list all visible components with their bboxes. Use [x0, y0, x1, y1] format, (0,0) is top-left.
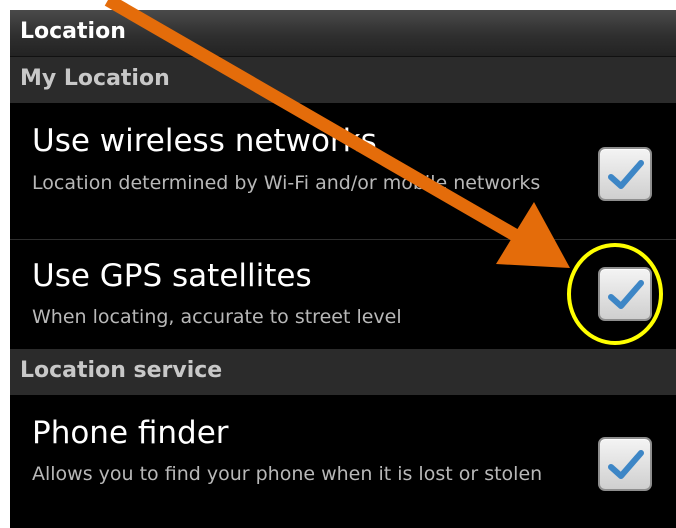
pref-summary: Location determined by Wi-Fi and/or mobi… — [32, 172, 541, 194]
pref-row-gps-satellites[interactable]: Use GPS satellites When locating, accura… — [10, 240, 676, 349]
phone-finder-checkbox[interactable] — [598, 437, 652, 491]
checkmark-icon — [608, 160, 644, 189]
checkmark-icon — [608, 280, 644, 309]
section-label: Location service — [20, 358, 223, 383]
section-header-my-location: My Location — [10, 57, 676, 103]
pref-row-wireless-networks[interactable]: Use wireless networks Location determine… — [10, 103, 676, 239]
pref-row-phone-finder[interactable]: Phone finder Allows you to find your pho… — [10, 395, 676, 528]
pref-summary: When locating, accurate to street level — [32, 306, 402, 328]
section-label: My Location — [20, 66, 170, 91]
pref-title: Use GPS satellites — [32, 258, 312, 294]
settings-screen: Location My Location Use wireless networ… — [10, 10, 676, 528]
checkmark-icon — [608, 450, 644, 479]
pref-title: Use wireless networks — [32, 123, 377, 159]
pref-summary: Allows you to find your phone when it is… — [32, 463, 543, 485]
page-title: Location — [20, 19, 126, 44]
gps-satellites-checkbox[interactable] — [598, 267, 652, 321]
wireless-networks-checkbox[interactable] — [598, 147, 652, 201]
section-header-location-service: Location service — [10, 349, 676, 395]
pref-title: Phone finder — [32, 415, 229, 451]
title-bar: Location — [10, 10, 676, 57]
